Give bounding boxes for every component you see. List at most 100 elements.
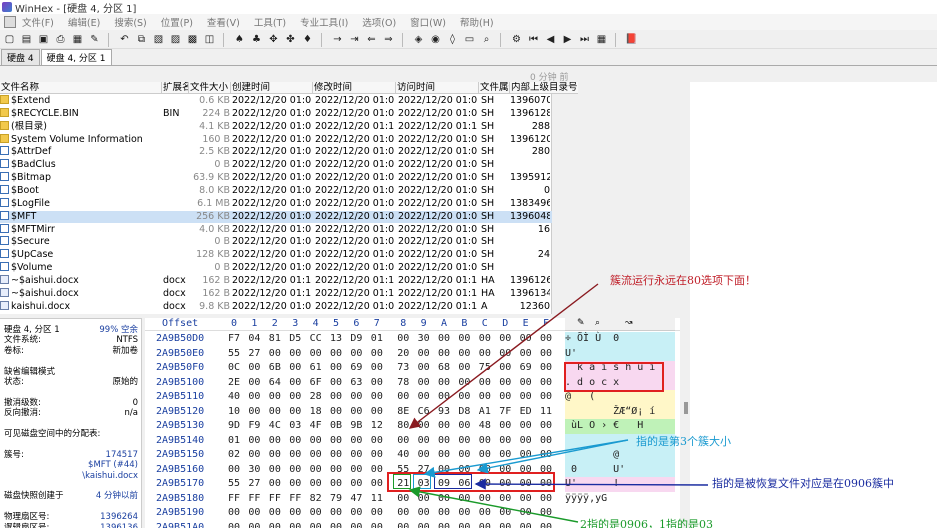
print-icon[interactable]: ⎙: [53, 33, 68, 47]
text-row[interactable]: U' !: [565, 477, 675, 492]
hex-byte[interactable]: 00: [499, 506, 511, 521]
find-again-icon[interactable]: ♦: [300, 33, 315, 47]
hex-byte[interactable]: 00: [458, 434, 470, 449]
hex-byte[interactable]: 80: [397, 419, 409, 434]
text-row[interactable]: ŽÆ“Ø¡ í: [565, 404, 675, 419]
file-row[interactable]: $Boot 8.0 KB 2022/12/20 01:0... 2022/12/20 …: [0, 184, 552, 198]
hex-byte[interactable]: 64: [269, 376, 281, 391]
hex-byte[interactable]: 00: [371, 434, 383, 449]
hex-byte[interactable]: 02: [228, 448, 240, 463]
hex-byte[interactable]: 12: [371, 419, 383, 434]
hex-byte[interactable]: 00: [520, 448, 532, 463]
hex-byte[interactable]: 00: [269, 390, 281, 405]
menu-tools[interactable]: 工具(T): [254, 15, 286, 29]
hex-byte[interactable]: 00: [438, 347, 450, 362]
hex-byte[interactable]: 00: [330, 376, 342, 391]
hex-byte[interactable]: 00: [310, 463, 322, 478]
hex-byte[interactable]: 00: [520, 492, 532, 507]
col-parent[interactable]: 内部上级目录号: [510, 82, 578, 94]
hex-byte[interactable]: 00: [458, 390, 470, 405]
sector-icon[interactable]: ⚙: [509, 33, 524, 47]
hex-byte[interactable]: A1: [479, 405, 491, 420]
hex-byte[interactable]: 00: [310, 434, 322, 449]
hex-byte[interactable]: 69: [350, 361, 362, 376]
hex-byte[interactable]: FF: [248, 492, 260, 507]
hex-byte[interactable]: 00: [310, 521, 322, 528]
hex-byte[interactable]: FF: [228, 492, 240, 507]
hex-byte[interactable]: 00: [499, 361, 511, 376]
hex-byte[interactable]: 00: [418, 492, 430, 507]
text-row[interactable]: ÿÿÿÿ‚yG: [565, 492, 675, 507]
hex-byte[interactable]: 00: [350, 448, 362, 463]
hex-byte[interactable]: D9: [350, 332, 362, 347]
hex-byte[interactable]: 27: [248, 347, 260, 362]
hex-byte[interactable]: 40: [228, 390, 240, 405]
hex-byte[interactable]: 00: [438, 390, 450, 405]
arrow-icon[interactable]: ↝: [625, 318, 633, 328]
hex-byte[interactable]: 79: [330, 492, 342, 507]
menu-help[interactable]: 帮助(H): [460, 15, 494, 29]
image-icon[interactable]: ◊: [445, 33, 460, 47]
next-icon[interactable]: ▶: [560, 33, 575, 47]
copy-icon[interactable]: ⧉: [134, 33, 149, 47]
forward-icon[interactable]: ⇒: [381, 33, 396, 47]
hex-byte[interactable]: 00: [350, 506, 362, 521]
hex-byte[interactable]: 00: [520, 332, 532, 347]
hex-byte[interactable]: 00: [418, 376, 430, 391]
hex-byte[interactable]: 00: [418, 448, 430, 463]
hex-byte[interactable]: 30: [418, 332, 430, 347]
hex-byte[interactable]: 00: [269, 521, 281, 528]
hex-byte[interactable]: 68: [438, 361, 450, 376]
hex-byte[interactable]: 00: [371, 477, 383, 492]
hex-byte[interactable]: 4C: [269, 419, 281, 434]
hex-byte[interactable]: 48: [479, 419, 491, 434]
hex-byte[interactable]: CC: [310, 332, 322, 347]
hex-byte[interactable]: 00: [228, 521, 240, 528]
prev-icon[interactable]: ◀: [543, 33, 558, 47]
hex-byte[interactable]: 00: [540, 419, 552, 434]
hex-byte[interactable]: 00: [248, 521, 260, 528]
hex-byte[interactable]: 00: [248, 361, 260, 376]
hex-byte[interactable]: 00: [371, 347, 383, 362]
col-size[interactable]: 文件大小: [189, 82, 231, 94]
hex-byte[interactable]: 00: [438, 434, 450, 449]
hex-byte[interactable]: 20: [397, 347, 409, 362]
hex-byte[interactable]: D8: [458, 405, 470, 420]
hex-byte[interactable]: 00: [458, 332, 470, 347]
text-row[interactable]: @: [565, 448, 675, 463]
hex-byte[interactable]: 00: [330, 463, 342, 478]
hex-byte[interactable]: 00: [289, 405, 301, 420]
hex-byte[interactable]: 00: [269, 506, 281, 521]
hex-byte[interactable]: 00: [458, 492, 470, 507]
hex-byte[interactable]: 18: [310, 405, 322, 420]
replace-text-icon[interactable]: ✥: [266, 33, 281, 47]
text-row[interactable]: ùL O › € H: [565, 419, 675, 434]
hex-byte[interactable]: 00: [499, 492, 511, 507]
hex-byte[interactable]: 00: [371, 361, 383, 376]
hex-byte[interactable]: 6F: [310, 376, 322, 391]
hex-byte[interactable]: 8E: [397, 405, 409, 420]
menu-search[interactable]: 搜索(S): [114, 15, 146, 29]
hex-byte[interactable]: FF: [289, 492, 301, 507]
text-row[interactable]: @ (: [565, 390, 675, 405]
hex-byte[interactable]: 00: [397, 390, 409, 405]
hex-byte[interactable]: 82: [310, 492, 322, 507]
hex-byte[interactable]: 00: [248, 448, 260, 463]
hex-byte[interactable]: 00: [310, 347, 322, 362]
hex-byte[interactable]: 00: [289, 448, 301, 463]
hex-byte[interactable]: 00: [520, 376, 532, 391]
hex-byte[interactable]: 01: [228, 434, 240, 449]
hex-byte[interactable]: 00: [438, 419, 450, 434]
hex-byte[interactable]: 27: [248, 477, 260, 492]
hex-byte[interactable]: 01: [371, 332, 383, 347]
hex-byte[interactable]: 00: [371, 506, 383, 521]
hex-byte[interactable]: 81: [269, 332, 281, 347]
hex-byte[interactable]: 13: [330, 332, 342, 347]
hex-byte[interactable]: 69: [520, 361, 532, 376]
open-icon[interactable]: ▤: [19, 33, 34, 47]
hex-byte[interactable]: 00: [397, 434, 409, 449]
hex-byte[interactable]: 00: [310, 477, 322, 492]
hex-byte[interactable]: 00: [499, 347, 511, 362]
hex-byte[interactable]: 00: [350, 434, 362, 449]
col-ext[interactable]: 扩展名: [162, 82, 189, 94]
